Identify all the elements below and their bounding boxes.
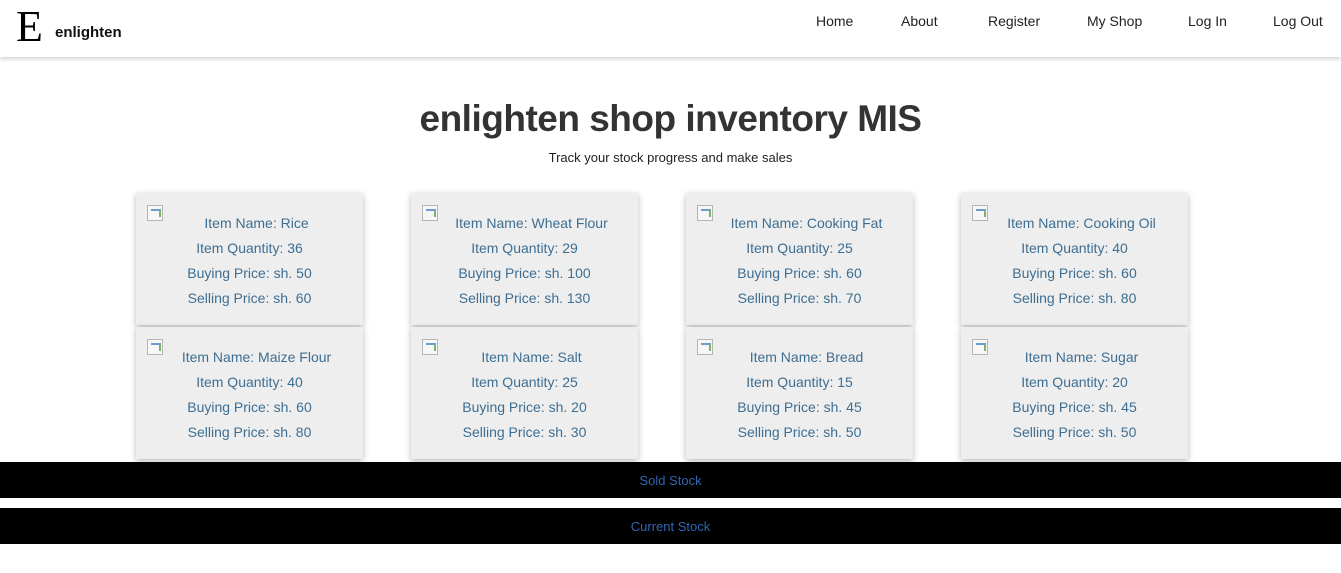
item-buying-price: Buying Price: sh. 100 — [458, 265, 591, 281]
item-card-rice[interactable]: Item Name: Rice Item Quantity: 36 Buying… — [136, 193, 363, 325]
item-name: Item Name: Salt — [481, 349, 582, 365]
item-quantity: Item Quantity: 40 — [1021, 240, 1128, 256]
item-buying-price: Buying Price: sh. 20 — [462, 399, 587, 415]
item-selling-price: Selling Price: sh. 50 — [737, 424, 862, 440]
item-selling-price: Selling Price: sh. 130 — [458, 290, 591, 306]
item-name: Item Name: Rice — [204, 215, 309, 231]
item-quantity: Item Quantity: 29 — [471, 240, 578, 256]
item-buying-price: Buying Price: sh. 60 — [1012, 265, 1137, 281]
item-quantity: Item Quantity: 15 — [746, 374, 853, 390]
item-selling-price: Selling Price: sh. 30 — [462, 424, 587, 440]
item-card-salt[interactable]: Item Name: Salt Item Quantity: 25 Buying… — [411, 327, 638, 459]
item-card-cooking-oil[interactable]: Item Name: Cooking Oil Item Quantity: 40… — [961, 193, 1188, 325]
brand-link[interactable]: E enlighten — [16, 2, 122, 51]
nav-log-out-link[interactable]: Log Out — [1273, 13, 1323, 29]
nav-home-link[interactable]: Home — [816, 13, 853, 29]
item-selling-price: Selling Price: sh. 50 — [1012, 424, 1137, 440]
item-quantity: Item Quantity: 25 — [471, 374, 578, 390]
item-buying-price: Buying Price: sh. 60 — [737, 265, 862, 281]
item-card-cooking-fat[interactable]: Item Name: Cooking Fat Item Quantity: 25… — [686, 193, 913, 325]
sold-stock-bar: Sold Stock — [0, 462, 1341, 498]
item-quantity: Item Quantity: 36 — [196, 240, 303, 256]
brand-logo-icon: E — [16, 2, 43, 51]
item-card-bread[interactable]: Item Name: Bread Item Quantity: 15 Buyin… — [686, 327, 913, 459]
item-selling-price: Selling Price: sh. 80 — [187, 424, 312, 440]
item-quantity: Item Quantity: 40 — [196, 374, 303, 390]
sold-stock-link[interactable]: Sold Stock — [639, 473, 701, 488]
item-quantity: Item Quantity: 20 — [1021, 374, 1128, 390]
navbar: E enlighten Home About Register My Shop … — [0, 0, 1341, 57]
brand-name: enlighten — [55, 24, 122, 41]
item-buying-price: Buying Price: sh. 45 — [737, 399, 862, 415]
item-name: Item Name: Cooking Fat — [730, 215, 883, 231]
item-selling-price: Selling Price: sh. 60 — [187, 290, 312, 306]
item-quantity: Item Quantity: 25 — [746, 240, 853, 256]
item-name: Item Name: Maize Flour — [181, 349, 332, 365]
item-name: Item Name: Sugar — [1024, 349, 1139, 365]
nav-register-link[interactable]: Register — [988, 13, 1040, 29]
item-name: Item Name: Bread — [749, 349, 864, 365]
nav-log-in-link[interactable]: Log In — [1188, 13, 1227, 29]
item-name: Item Name: Cooking Oil — [1007, 215, 1156, 231]
nav-about-link[interactable]: About — [901, 13, 938, 29]
item-selling-price: Selling Price: sh. 70 — [737, 290, 862, 306]
item-name: Item Name: Wheat Flour — [455, 215, 608, 231]
page-title: enlighten shop inventory MIS — [419, 98, 922, 139]
nav-my-shop-link[interactable]: My Shop — [1087, 13, 1142, 29]
item-buying-price: Buying Price: sh. 50 — [187, 265, 312, 281]
page-subtitle: Track your stock progress and make sales — [548, 150, 793, 165]
current-stock-bar: Current Stock — [0, 508, 1341, 544]
current-stock-link[interactable]: Current Stock — [631, 519, 710, 534]
item-card-wheat-flour[interactable]: Item Name: Wheat Flour Item Quantity: 29… — [411, 193, 638, 325]
item-buying-price: Buying Price: sh. 45 — [1012, 399, 1137, 415]
item-card-maize-flour[interactable]: Item Name: Maize Flour Item Quantity: 40… — [136, 327, 363, 459]
item-selling-price: Selling Price: sh. 80 — [1012, 290, 1137, 306]
item-card-sugar[interactable]: Item Name: Sugar Item Quantity: 20 Buyin… — [961, 327, 1188, 459]
item-buying-price: Buying Price: sh. 60 — [187, 399, 312, 415]
